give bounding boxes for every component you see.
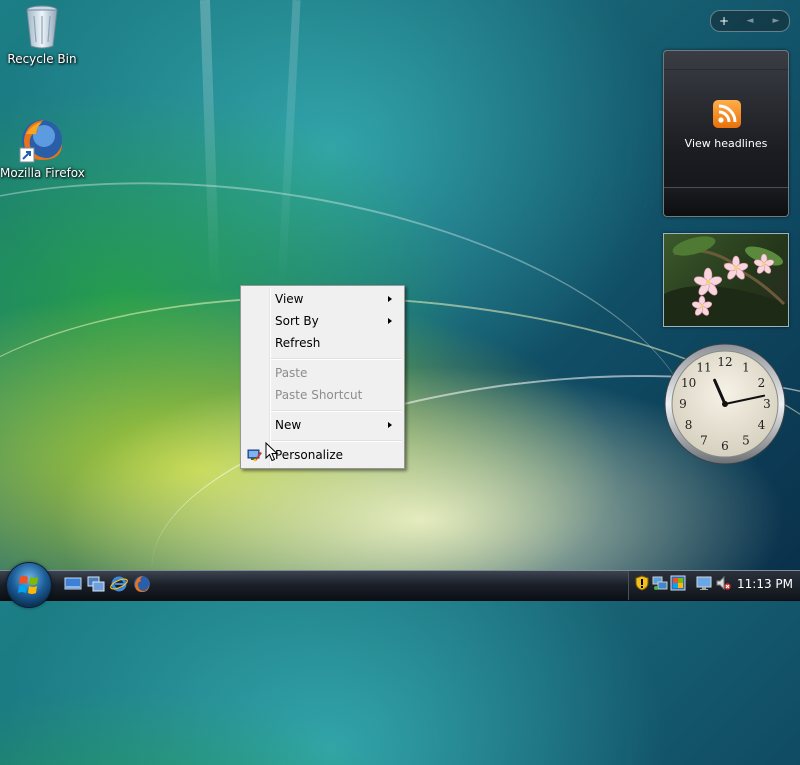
menu-item-refresh[interactable]: Refresh xyxy=(243,332,402,354)
clock-number: 10 xyxy=(681,376,696,390)
menu-item-label: Personalize xyxy=(275,448,344,462)
menu-item-sort-by[interactable]: Sort By xyxy=(243,310,402,332)
analog-clock: 12 12 3 45678 9 1011 xyxy=(664,343,786,465)
sidebar-controls: + ◄ ► xyxy=(710,10,790,32)
taskbar-clock[interactable]: 11:13 PM xyxy=(737,577,793,591)
network-icon[interactable] xyxy=(652,575,668,591)
menu-item-new[interactable]: New xyxy=(243,414,402,436)
menu-item-view[interactable]: View xyxy=(243,288,402,310)
gadget-footer xyxy=(664,187,788,216)
clock-number: 8 xyxy=(685,418,693,432)
menu-item-label: Sort By xyxy=(275,314,319,328)
submenu-arrow-icon xyxy=(388,296,392,302)
clock-number: 12 xyxy=(717,355,732,369)
slideshow-gadget[interactable] xyxy=(663,233,789,327)
clock-number: 11 xyxy=(696,361,711,375)
flower-photo xyxy=(664,236,788,326)
security-shield-icon[interactable] xyxy=(634,575,650,591)
menu-item-label: Paste xyxy=(275,366,308,380)
menu-item-label: View xyxy=(275,292,304,306)
menu-item-label: New xyxy=(275,418,302,432)
previous-page-button[interactable]: ◄ xyxy=(737,16,763,26)
clock-number: 9 xyxy=(679,397,687,411)
show-desktop-icon[interactable] xyxy=(64,575,82,593)
recycle-bin-icon xyxy=(26,5,58,49)
desktop-icon-label: Mozilla Firefox xyxy=(0,166,85,180)
firefox-icon xyxy=(19,120,62,163)
windows-logo-icon xyxy=(18,576,38,594)
clock-number: 2 xyxy=(758,376,766,390)
submenu-arrow-icon xyxy=(388,318,392,324)
display-icon[interactable] xyxy=(696,575,712,591)
menu-separator xyxy=(271,358,402,360)
switch-windows-icon[interactable] xyxy=(87,575,105,593)
clock-gadget[interactable]: 12 1 2 3 4 5 6 7 8 9 10 11 xyxy=(663,342,787,466)
mouse-cursor-icon xyxy=(265,442,279,462)
menu-separator xyxy=(271,440,402,442)
next-page-button[interactable]: ► xyxy=(763,16,789,26)
clock-number: 5 xyxy=(742,433,750,447)
submenu-arrow-icon xyxy=(388,422,392,428)
add-gadget-button[interactable]: + xyxy=(711,14,737,28)
windows-update-icon[interactable] xyxy=(670,575,686,591)
menu-item-label: Refresh xyxy=(275,336,321,350)
clock-number: 3 xyxy=(763,397,771,411)
desktop-icon-label: Recycle Bin xyxy=(7,52,77,66)
desktop-icon-mozilla-firefox[interactable]: Mozilla Firefox xyxy=(0,116,85,180)
rss-feed-icon xyxy=(713,100,741,128)
gadget-header xyxy=(664,51,788,70)
desktop-icon-recycle-bin[interactable]: Recycle Bin xyxy=(0,2,84,66)
wallpaper-ray xyxy=(277,0,301,291)
menu-separator xyxy=(271,410,402,412)
clock-number: 7 xyxy=(700,433,708,447)
clock-number: 4 xyxy=(758,418,766,432)
clock-number: 6 xyxy=(721,439,729,453)
menu-item-paste-shortcut[interactable]: Paste Shortcut xyxy=(243,384,402,406)
start-button[interactable] xyxy=(7,563,51,607)
clock-number: 1 xyxy=(742,361,750,375)
feed-headlines-gadget[interactable]: View headlines xyxy=(663,50,789,217)
view-headlines-link[interactable]: View headlines xyxy=(664,137,788,150)
firefox-quicklaunch-icon[interactable] xyxy=(133,575,151,593)
internet-explorer-icon[interactable] xyxy=(110,575,128,593)
volume-muted-icon[interactable] xyxy=(715,575,731,591)
menu-item-label: Paste Shortcut xyxy=(275,388,363,402)
personalize-icon xyxy=(247,447,263,463)
menu-item-paste[interactable]: Paste xyxy=(243,362,402,384)
wallpaper-ray xyxy=(199,0,221,291)
